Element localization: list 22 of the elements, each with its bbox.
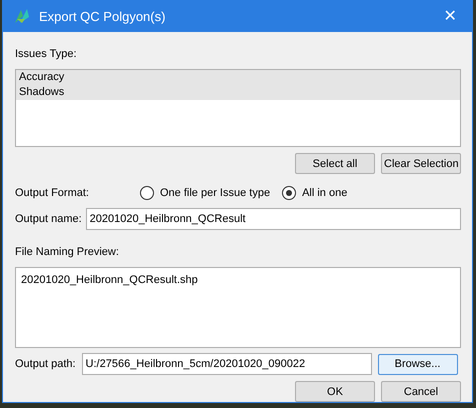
file-naming-preview-label: File Naming Preview: <box>15 245 120 260</box>
browse-button[interactable]: Browse... <box>378 354 458 374</box>
dialog-button[interactable]: OK <box>295 381 375 402</box>
radio-label: All in one <box>302 187 348 199</box>
output-name-field[interactable]: 20201020_Heilbronn_QCResult <box>86 208 461 230</box>
window-title: Export QC Polgyon(s) <box>39 8 166 24</box>
list-item[interactable]: Accuracy <box>16 70 460 85</box>
preview-text: 20201020_Heilbronn_QCResult.shp <box>21 274 198 286</box>
list-item[interactable]: Shadows <box>16 85 460 100</box>
output-name-label: Output name: <box>15 213 82 225</box>
radio-label: One file per Issue type <box>160 187 270 199</box>
radio-button[interactable] <box>140 186 154 200</box>
app-logo-icon <box>13 7 31 25</box>
output-path-field[interactable]: U:/27566_Heilbronn_5cm/20201020_090022 <box>82 353 372 375</box>
close-button[interactable]: ✕ <box>428 0 472 32</box>
radio-button[interactable] <box>282 186 296 200</box>
output-path-label: Output path: <box>15 358 76 370</box>
issues-type-label: Issues Type: <box>15 47 78 62</box>
dialog-button[interactable]: Cancel <box>381 381 461 402</box>
list-button[interactable]: Select all <box>295 153 375 174</box>
list-button[interactable]: Clear Selection <box>381 153 461 174</box>
output-format-label: Output Format: <box>15 186 90 201</box>
